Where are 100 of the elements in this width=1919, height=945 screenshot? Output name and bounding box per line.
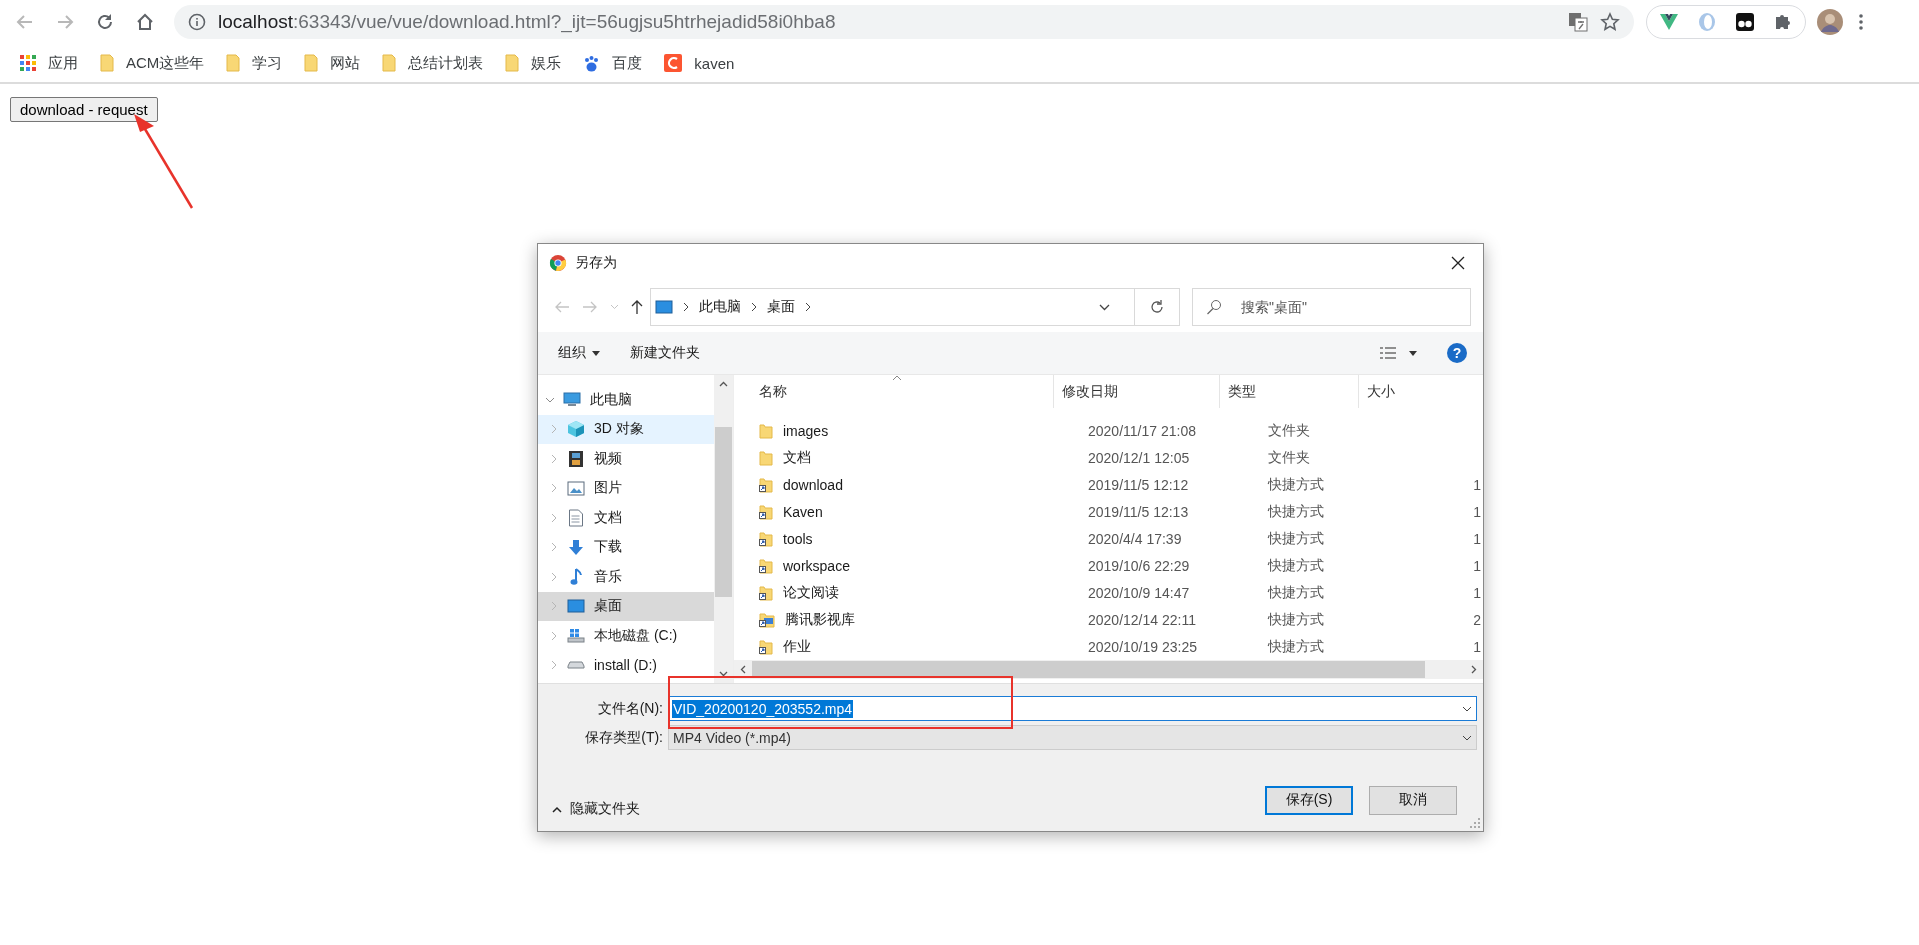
home-icon[interactable] <box>136 13 154 31</box>
column-header[interactable]: 修改日期 <box>1054 375 1221 408</box>
star-icon[interactable] <box>1600 12 1620 32</box>
column-header[interactable]: 类型 <box>1220 375 1360 408</box>
sidebar-item[interactable]: 音乐 <box>538 562 714 592</box>
date-cell-text: 2020/10/19 23:25 <box>1087 638 1198 655</box>
caret-icon <box>592 350 600 356</box>
help-button[interactable]: ? <box>1447 343 1467 363</box>
file-name-field[interactable]: VID_20200120_203552.mp4 <box>668 696 1477 721</box>
folder-shortcut-icon <box>759 476 773 493</box>
file-row[interactable]: images 2020/11/17 21:08 文件夹 <box>734 417 1483 444</box>
type-cell-text: 快捷方式 <box>1266 529 1325 548</box>
breadcrumb-item[interactable]: 此电脑 <box>699 298 741 316</box>
resize-grip-icon[interactable] <box>1470 818 1480 828</box>
scrollbar[interactable] <box>714 375 733 683</box>
bookmark[interactable]: 学习 <box>226 53 283 73</box>
file-row[interactable]: download 2019/11/5 12:12 快捷方式 1 <box>734 471 1483 498</box>
dialog-button[interactable]: 保存(S) <box>1265 785 1353 815</box>
scroll-right-icon[interactable] <box>1471 665 1477 674</box>
file-row[interactable]: workspace 2019/10/6 22:29 快捷方式 1 <box>734 552 1483 579</box>
sidebar-item[interactable]: 此电脑 <box>538 385 714 415</box>
avatar-icon[interactable] <box>1816 8 1844 36</box>
bookmark[interactable]: kaven <box>664 54 735 72</box>
date-cell-text: 2020/10/9 14:47 <box>1087 584 1191 601</box>
sidebar-item[interactable]: 本地磁盘 (C:) <box>538 621 714 651</box>
date-cell-text: 2019/11/5 12:12 <box>1087 476 1190 493</box>
chevron-icon[interactable] <box>683 302 689 312</box>
view-options-icon[interactable] <box>1379 346 1397 360</box>
sidebar-item[interactable]: 视频 <box>538 444 714 474</box>
sidebar-item[interactable]: 下载 <box>538 532 714 562</box>
v-logo-icon[interactable] <box>1659 13 1679 31</box>
close-icon[interactable] <box>1451 256 1465 270</box>
date-cell-text: 2019/10/6 22:29 <box>1087 557 1191 574</box>
glasses-icon[interactable] <box>1735 12 1755 32</box>
column-header[interactable]: 名称 <box>734 375 1055 408</box>
caret-icon[interactable] <box>1409 350 1417 356</box>
file-row[interactable]: Kaven 2019/11/5 12:13 快捷方式 1 <box>734 498 1483 525</box>
date-cell-text: 2019/11/5 12:13 <box>1087 503 1190 520</box>
sidebar-item[interactable]: 文档 <box>538 503 714 533</box>
file-row[interactable]: 文档 2020/12/1 12:05 文件夹 <box>734 444 1483 471</box>
scrollbar[interactable] <box>734 660 1483 679</box>
organize-menu[interactable]: 组织 <box>558 344 600 362</box>
address-field[interactable]: 此电脑 桌面 <box>650 288 1180 326</box>
puzzle-icon[interactable] <box>1773 12 1793 32</box>
folder-icon <box>226 54 241 72</box>
file-row[interactable]: tools 2020/4/4 17:39 快捷方式 1 <box>734 525 1483 552</box>
bookmark[interactable]: 网站 <box>304 53 361 73</box>
bookmark[interactable]: ACM这些年 <box>100 53 205 73</box>
folder-shortcut-icon <box>759 557 773 574</box>
drive-icon <box>567 661 585 670</box>
file-row[interactable]: 论文阅读 2020/10/9 14:47 快捷方式 1 <box>734 579 1483 606</box>
drive-icon <box>567 628 585 644</box>
chevron-icon[interactable] <box>751 302 757 312</box>
bookmark[interactable]: 应用 <box>20 53 78 73</box>
download-arrow-icon <box>567 538 585 556</box>
sidebar-item[interactable]: 桌面 <box>538 591 714 621</box>
bookmark[interactable]: 娱乐 <box>505 53 562 73</box>
field-label: 文件名(N): <box>596 699 664 718</box>
file-name: 腾讯影视库 <box>785 610 855 629</box>
menu-icon[interactable] <box>1858 13 1864 31</box>
sidebar-item[interactable]: install (D:) <box>538 650 714 680</box>
refresh-icon[interactable] <box>1149 299 1165 315</box>
file-row[interactable]: 腾讯影视库 2020/12/14 22:11 快捷方式 2 <box>734 606 1483 633</box>
folder-icon <box>759 422 773 439</box>
download-request-button[interactable]: download - request <box>10 97 158 122</box>
scroll-left-icon[interactable] <box>740 665 746 674</box>
new-folder-button[interactable]: 新建文件夹 <box>630 344 700 362</box>
chrome-logo-icon <box>549 254 567 272</box>
scroll-up-icon[interactable] <box>719 381 728 387</box>
type-cell-text: 文件夹 <box>1267 421 1311 440</box>
breadcrumb-item[interactable]: 桌面 <box>767 298 795 316</box>
c-logo-icon <box>664 54 683 72</box>
caret-icon[interactable] <box>1099 303 1110 311</box>
file-type-dropdown[interactable]: MP4 Video (*.mp4) <box>668 725 1477 750</box>
file-name: workspace <box>783 557 850 574</box>
file-row[interactable]: 作业 2020/10/19 23:25 快捷方式 1 <box>734 633 1483 660</box>
chevron-icon[interactable] <box>805 302 811 312</box>
translate-icon[interactable] <box>1568 12 1588 32</box>
up-arrow-icon[interactable] <box>631 299 643 315</box>
size-cell: 1 <box>1473 530 1481 547</box>
file-name: Kaven <box>783 503 823 520</box>
scroll-down-icon[interactable] <box>719 671 728 677</box>
caret-icon[interactable] <box>1462 734 1472 741</box>
caret-icon[interactable] <box>1462 705 1472 712</box>
bookmark[interactable]: 百度 <box>583 53 643 73</box>
search-field[interactable]: 搜索"桌面" <box>1192 288 1471 326</box>
reload-icon[interactable] <box>96 13 114 31</box>
address-bar[interactable]: localhost:63343/vue/vue/download.html?_ijt=56ugjsu5htrhejadid58i0hba8 <box>174 5 1634 39</box>
dialog-button[interactable]: 取消 <box>1369 785 1457 815</box>
column-header[interactable]: 大小 <box>1359 375 1483 408</box>
bookmark[interactable]: 总结计划表 <box>382 53 484 73</box>
date-cell-text: 2020/4/4 17:39 <box>1087 530 1183 547</box>
file-name: download <box>783 476 843 493</box>
sidebar-item[interactable]: 图片 <box>538 473 714 503</box>
type-cell-text: 快捷方式 <box>1266 610 1325 629</box>
hide-folders-toggle[interactable]: 隐藏文件夹 <box>552 800 640 818</box>
sidebar-item[interactable]: 3D 对象 <box>538 414 714 444</box>
size-cell: 1 <box>1473 503 1481 520</box>
size-cell: 1 <box>1473 557 1481 574</box>
size-cell: 1 <box>1473 476 1481 493</box>
